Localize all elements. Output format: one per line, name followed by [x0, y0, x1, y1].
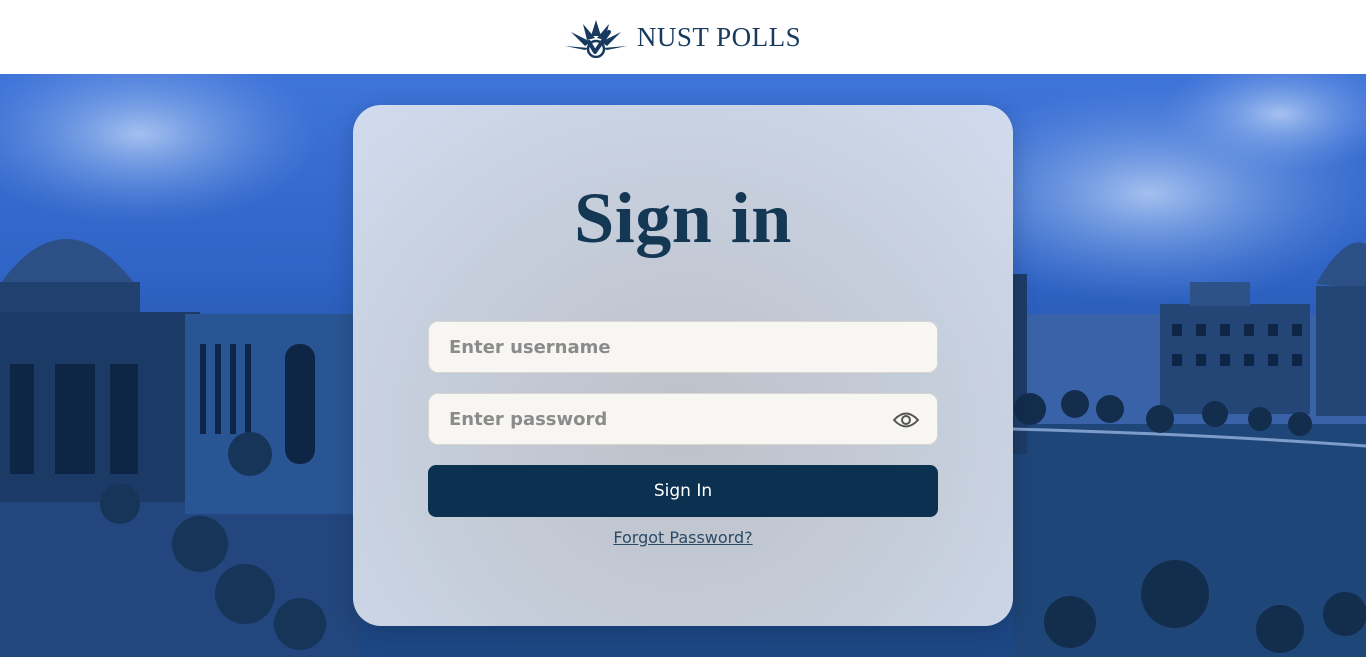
top-header: NUST POLLS: [0, 0, 1366, 74]
username-input[interactable]: [429, 322, 937, 372]
username-field[interactable]: [428, 321, 938, 373]
password-field[interactable]: [428, 393, 938, 445]
password-input[interactable]: [429, 394, 937, 444]
brand-name: NUST POLLS: [636, 21, 802, 52]
page-title: Sign in: [574, 178, 792, 258]
ballot-check-logo-icon: [564, 20, 627, 58]
brand[interactable]: NUST POLLS: [564, 16, 802, 58]
signin-button[interactable]: Sign In: [428, 465, 938, 517]
eye-icon[interactable]: [893, 407, 919, 433]
forgot-password-link[interactable]: Forgot Password?: [613, 528, 752, 547]
forgot-password-row: Forgot Password?: [353, 528, 1013, 548]
signin-card: Sign in Sign In Forgot Password?: [353, 105, 1013, 626]
